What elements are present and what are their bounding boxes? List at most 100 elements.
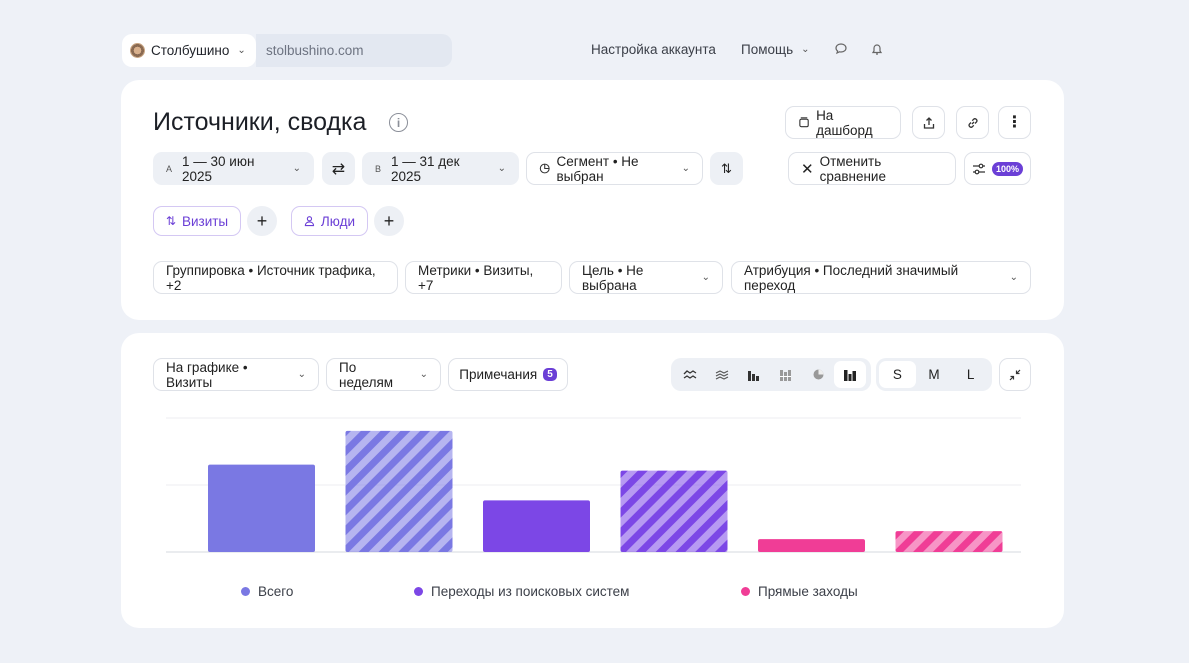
chart-bar[interactable]	[895, 531, 1003, 552]
sort-button[interactable]: ⇅	[710, 152, 743, 185]
goal-label: Цель • Не выбрана	[582, 262, 644, 293]
people-tag[interactable]: Люди	[291, 206, 368, 236]
visits-icon: ⇅	[165, 214, 176, 228]
attribution-select[interactable]: Атрибуция • Последний значимый переход ⌄	[731, 261, 1031, 294]
attribution-label: Атрибуция • Последний значимый переход	[744, 262, 959, 293]
help-menu[interactable]: Помощь ⌄	[741, 42, 810, 57]
column-chart-icon[interactable]	[738, 361, 770, 388]
legend-label: Переходы из поисковых систем	[431, 584, 630, 599]
more-vertical-icon: ⋮	[1006, 113, 1023, 131]
account-settings-label: Настройка аккаунта	[591, 42, 716, 57]
people-tag-label: Люди	[320, 213, 355, 229]
collapse-button[interactable]	[999, 358, 1031, 391]
sampling-button[interactable]: 100%	[964, 152, 1031, 185]
close-icon: ✕	[801, 160, 814, 178]
legend-label: Всего	[258, 584, 294, 599]
chart-metric-select[interactable]: На графике • Визиты ⌄	[153, 358, 319, 391]
period-select[interactable]: По неделям ⌄	[326, 358, 441, 391]
segment-icon	[539, 163, 550, 174]
site-url[interactable]: stolbushino.com	[256, 34, 452, 67]
legend-dot	[241, 587, 250, 596]
collapse-icon	[1009, 369, 1021, 380]
area-chart-icon[interactable]	[674, 361, 706, 388]
notes-label: Примечания	[459, 367, 538, 382]
chevron-down-icon: ⌄	[419, 369, 428, 380]
chart-size-switcher: S M L	[876, 358, 992, 391]
dashboard-icon	[799, 117, 809, 128]
site-logo-icon	[130, 43, 145, 58]
account-settings-link[interactable]: Настройка аккаунта	[591, 42, 716, 57]
grouping-select[interactable]: Группировка • Источник трафика, +2	[153, 261, 398, 294]
more-options-button[interactable]: ⋮	[998, 106, 1031, 139]
chevron-down-icon: ⌄	[681, 163, 690, 174]
chevron-down-icon: ⌄	[701, 272, 710, 283]
cancel-compare-button[interactable]: ✕ Отменить сравнение	[788, 152, 956, 185]
chart-bar[interactable]	[620, 470, 728, 552]
chart-metric-label: На графике • Визиты	[166, 359, 248, 390]
metrics-label: Метрики • Визиты, +7	[418, 262, 534, 293]
legend-dot	[414, 587, 423, 596]
legend-item-total[interactable]: Всего	[241, 584, 293, 599]
chart-bar[interactable]	[483, 500, 590, 552]
chevron-down-icon: ⌄	[1009, 272, 1018, 283]
goal-select[interactable]: Цель • Не выбрана ⌄	[569, 261, 723, 294]
bar-chart-icon[interactable]	[834, 361, 866, 388]
size-l-button[interactable]: L	[952, 361, 989, 388]
share-link-button[interactable]	[956, 106, 989, 139]
legend-label: Прямые заходы	[758, 584, 858, 599]
swap-dates-button[interactable]: ⇄	[322, 152, 355, 185]
chevron-down-icon: ⌄	[297, 369, 306, 380]
site-name: Столбушино	[151, 43, 230, 58]
person-icon	[304, 216, 315, 227]
bell-icon[interactable]	[868, 40, 886, 58]
bar-chart	[166, 417, 1021, 553]
legend-dot	[741, 587, 750, 596]
sampling-badge: 100%	[991, 161, 1024, 176]
add-metric-button[interactable]: +	[247, 206, 277, 236]
date-range-b[interactable]: B 1 — 31 дек 2025 ⌄	[362, 152, 519, 185]
date-a-label: 1 — 30 июн 2025	[182, 153, 255, 184]
chart-bar[interactable]	[208, 464, 315, 552]
export-button[interactable]	[912, 106, 945, 139]
chart-card: На графике • Визиты ⌄ По неделям ⌄ Приме…	[121, 333, 1064, 628]
link-icon	[967, 117, 978, 128]
segment-label: Сегмент • Не выбран	[556, 153, 639, 184]
chevron-down-icon: ⌄	[292, 163, 301, 174]
legend-item-direct[interactable]: Прямые заходы	[741, 584, 858, 599]
chevron-down-icon: ⌄	[497, 163, 506, 174]
chart-bar[interactable]	[345, 430, 453, 552]
date-b-letter: B	[375, 163, 382, 174]
stacked-column-icon[interactable]	[770, 361, 802, 388]
chat-icon[interactable]	[832, 40, 850, 58]
site-selector[interactable]: Столбушино ⌄	[122, 34, 256, 67]
metrics-select[interactable]: Метрики • Визиты, +7	[405, 261, 562, 294]
chart-bar[interactable]	[758, 539, 865, 552]
period-label: По неделям	[339, 359, 394, 390]
visits-tag-label: Визиты	[181, 213, 229, 229]
date-a-letter: A	[166, 163, 173, 174]
size-s-button[interactable]: S	[879, 361, 916, 388]
date-range-a[interactable]: A 1 — 30 июн 2025 ⌄	[153, 152, 314, 185]
pie-chart-icon[interactable]	[802, 361, 834, 388]
date-b-label: 1 — 31 дек 2025	[391, 153, 460, 184]
notes-button[interactable]: Примечания 5	[448, 358, 568, 391]
upload-icon	[923, 116, 934, 129]
help-label: Помощь	[741, 42, 794, 57]
chevron-down-icon: ⌄	[801, 44, 810, 55]
stacked-area-icon[interactable]	[706, 361, 738, 388]
page-title: Источники, сводка	[153, 108, 367, 136]
swap-icon: ⇄	[331, 160, 346, 178]
plus-icon: +	[383, 210, 395, 231]
grouping-label: Группировка • Источник трафика, +2	[166, 262, 376, 293]
visits-tag[interactable]: ⇅ Визиты	[153, 206, 241, 236]
info-icon[interactable]: i	[389, 113, 408, 132]
segment-select[interactable]: Сегмент • Не выбран ⌄	[526, 152, 703, 185]
cancel-compare-label: Отменить сравнение	[819, 153, 886, 184]
size-m-button[interactable]: M	[916, 361, 953, 388]
add-to-dashboard-button[interactable]: На дашборд	[785, 106, 901, 139]
report-header-card: Источники, сводка i На дашборд ⋮ A 1 — 3…	[121, 80, 1064, 320]
sort-icon: ⇅	[721, 160, 732, 176]
legend-item-search[interactable]: Переходы из поисковых систем	[414, 584, 629, 599]
sliders-icon	[972, 163, 985, 174]
add-segment-button[interactable]: +	[374, 206, 404, 236]
